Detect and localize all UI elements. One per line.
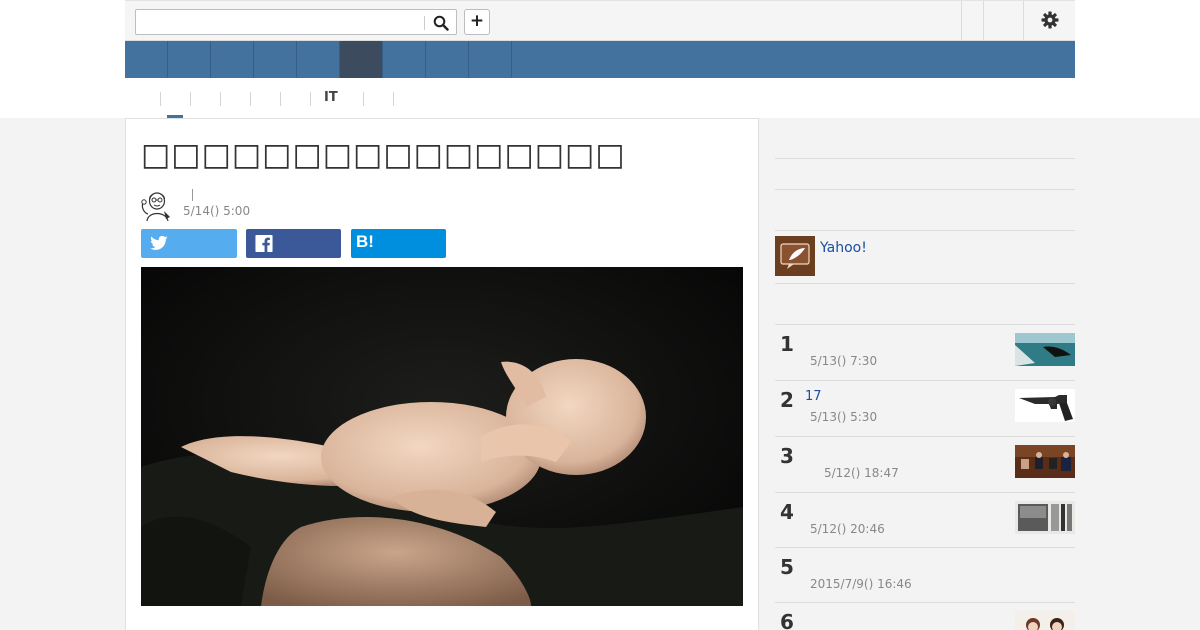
header-divider (983, 1, 984, 41)
ranking-thumbnail[interactable] (1015, 611, 1075, 630)
header-divider (1023, 1, 1024, 41)
facebook-share-button[interactable] (246, 229, 341, 258)
subnav-divider (220, 92, 221, 106)
article-date: 5/14() 5:00 (183, 204, 251, 218)
subnav-divider (363, 92, 364, 106)
ranking-item[interactable]: 2 17 5/13() 5:30 (775, 380, 1075, 436)
search-divider (424, 16, 425, 30)
article-photo-baby[interactable] (141, 267, 743, 606)
subnav-divider (280, 92, 281, 106)
ranking-date: 5/13() 5:30 (810, 410, 878, 424)
ranking-date: 5/13() 7:30 (810, 354, 878, 368)
search-input[interactable] (138, 12, 418, 32)
subnav-divider (250, 92, 251, 106)
hatena-bookmark-button[interactable]: B! (351, 229, 446, 258)
header-divider (961, 1, 962, 41)
article-headline: □□□□□□□□□□□□□□□□ (141, 137, 626, 173)
ranking-item[interactable]: 1 5/13() 7:30 (775, 324, 1075, 380)
nav-tab[interactable] (168, 41, 211, 78)
category-nav (125, 41, 1075, 78)
nav-tab-active[interactable] (340, 41, 383, 78)
nav-tab[interactable] (383, 41, 426, 78)
ranking-item[interactable]: 3 5/12() 18:47 (775, 436, 1075, 492)
ranking-number: 4 (780, 500, 794, 524)
facebook-icon (255, 234, 273, 253)
subnav-divider (393, 92, 394, 106)
subnav-divider (310, 92, 311, 106)
top-header: + (125, 0, 1075, 41)
twitter-share-button[interactable] (141, 229, 237, 258)
ranking-number: 6 (780, 610, 794, 630)
nav-tab[interactable] (254, 41, 297, 78)
ranking-number: 2 (780, 388, 794, 412)
hatena-label: B! (356, 232, 374, 251)
sidebar: Yahoo! 1 5/13() 7:30 2 17 5/13() 5:30 3 … (775, 118, 1075, 630)
ranking-number: 5 (780, 555, 794, 579)
ranking-number: 3 (780, 444, 794, 468)
author-divider (192, 189, 193, 201)
nav-tab[interactable] (125, 41, 168, 78)
search-icon[interactable] (433, 15, 449, 31)
sidebar-divider (775, 158, 1075, 159)
ranking-item[interactable]: 5 2015/7/9() 16:46 (775, 547, 1075, 603)
sidebar-divider (775, 189, 1075, 190)
twitter-icon (150, 235, 168, 250)
ranking-thumbnail[interactable] (1015, 501, 1075, 534)
subnav-divider (160, 92, 161, 106)
ranking-date: 5/12() 20:46 (810, 522, 885, 536)
gear-icon[interactable] (1041, 11, 1059, 29)
nav-tab[interactable] (426, 41, 469, 78)
yahoo-promo-link[interactable]: Yahoo! (820, 240, 867, 256)
ranking-number: 1 (780, 332, 794, 356)
ranking-thumbnail[interactable] (1015, 333, 1075, 366)
ranking-date: 2015/7/9() 16:46 (810, 577, 912, 591)
subnav-item-it[interactable]: IT (324, 90, 338, 105)
sidebar-divider (775, 283, 1075, 284)
sub-category-nav: IT (125, 78, 1075, 118)
ranking-item[interactable]: 6 (775, 602, 1075, 630)
nav-tab[interactable] (469, 41, 512, 78)
quill-icon[interactable] (775, 236, 815, 276)
ranking-date: 5/12() 18:47 (824, 466, 899, 480)
nav-tab[interactable] (211, 41, 254, 78)
add-button[interactable]: + (464, 9, 490, 35)
author-avatar[interactable] (140, 187, 174, 221)
subnav-divider (190, 92, 191, 106)
nav-tab[interactable] (297, 41, 340, 78)
ranking-item[interactable]: 4 5/12() 20:46 (775, 492, 1075, 548)
sidebar-divider (775, 230, 1075, 231)
ranking-title[interactable]: 17 (805, 389, 822, 404)
search-box (135, 9, 457, 35)
article-main: □□□□□□□□□□□□□□□□ 5/14() 5:00 B! (125, 118, 759, 630)
ranking-thumbnail[interactable] (1015, 445, 1075, 478)
ranking-thumbnail[interactable] (1015, 389, 1075, 422)
